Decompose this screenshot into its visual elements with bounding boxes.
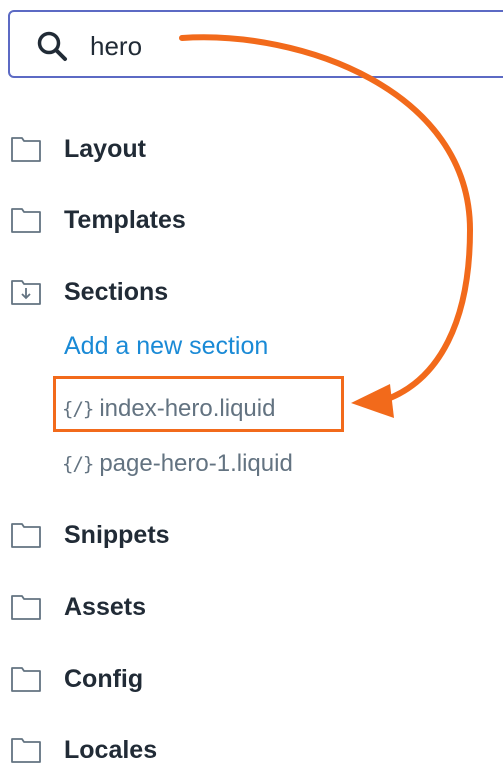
folder-icon	[11, 523, 41, 548]
folder-icon	[11, 667, 41, 692]
folder-layout[interactable]: Layout	[10, 129, 146, 169]
folder-open-icon	[11, 280, 41, 305]
search-icon	[37, 31, 67, 61]
folder-label: Config	[64, 664, 144, 693]
folder-config[interactable]: Config	[10, 659, 143, 699]
liquid-file-icon: {/}	[62, 453, 94, 475]
folder-icon	[11, 595, 41, 620]
folder-label: Locales	[64, 735, 158, 764]
folder-label: Layout	[64, 134, 146, 163]
search-input[interactable]	[90, 26, 390, 66]
folder-snippets[interactable]: Snippets	[10, 515, 170, 555]
folder-icon	[11, 137, 41, 162]
file-name: page-hero-1.liquid	[99, 450, 293, 477]
folder-label: Sections	[64, 277, 169, 306]
search-field[interactable]	[8, 10, 503, 78]
folder-sections[interactable]: Sections	[10, 272, 168, 312]
file-page-hero-1[interactable]: {/} page-hero-1.liquid	[62, 446, 293, 482]
folder-label: Templates	[64, 205, 186, 234]
folder-label: Snippets	[64, 520, 170, 549]
folder-locales[interactable]: Locales	[10, 730, 157, 770]
highlight-box	[53, 376, 344, 432]
add-section-link[interactable]: Add a new section	[64, 332, 268, 361]
folder-label: Assets	[64, 592, 146, 621]
folder-icon	[11, 738, 41, 763]
folder-templates[interactable]: Templates	[10, 200, 186, 240]
folder-icon	[11, 208, 41, 233]
folder-assets[interactable]: Assets	[10, 587, 146, 627]
